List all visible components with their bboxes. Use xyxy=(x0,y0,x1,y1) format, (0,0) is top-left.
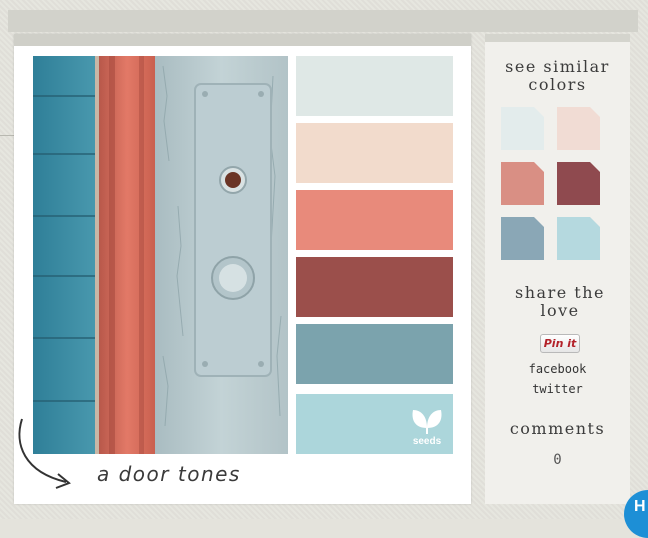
see-similar-heading: see similar colors xyxy=(505,57,610,94)
facebook-link[interactable]: facebook xyxy=(485,362,630,376)
card-top-bar xyxy=(14,34,471,46)
top-band xyxy=(8,10,638,32)
seeds-logo: seeds xyxy=(407,406,447,448)
similar-color-5[interactable] xyxy=(501,217,544,260)
curved-arrow-icon xyxy=(18,418,71,489)
twitter-link[interactable]: twitter xyxy=(485,382,630,396)
share-heading: share the love xyxy=(515,283,605,320)
door-photo-illustration xyxy=(33,56,288,454)
palette-swatch-5[interactable] xyxy=(296,324,453,384)
help-badge-label: H xyxy=(634,498,646,515)
sidebar-top-bar xyxy=(485,34,630,42)
palette-swatch-3[interactable] xyxy=(296,190,453,250)
palette-caption: a door tones xyxy=(97,462,241,486)
palette-swatch-2[interactable] xyxy=(296,123,453,183)
comments-count[interactable]: 0 xyxy=(485,452,630,468)
palette-swatch-1[interactable] xyxy=(296,56,453,116)
palette-swatch-4[interactable] xyxy=(296,257,453,317)
comments-heading: comments xyxy=(509,419,606,438)
pinit-button[interactable]: Pin it xyxy=(540,334,580,353)
divider xyxy=(0,135,14,136)
palette-card: seeds a door tones xyxy=(14,34,471,504)
similar-color-2[interactable] xyxy=(557,107,600,150)
similar-color-4[interactable] xyxy=(557,162,600,205)
palette-swatch-6[interactable]: seeds xyxy=(296,394,453,454)
door-photo xyxy=(33,56,288,454)
similar-color-3[interactable] xyxy=(501,162,544,205)
similar-color-6[interactable] xyxy=(557,217,600,260)
sidebar: see similar colors share the love Pin it… xyxy=(485,34,630,504)
similar-color-1[interactable] xyxy=(501,107,544,150)
seeds-logo-text: seeds xyxy=(412,436,442,447)
